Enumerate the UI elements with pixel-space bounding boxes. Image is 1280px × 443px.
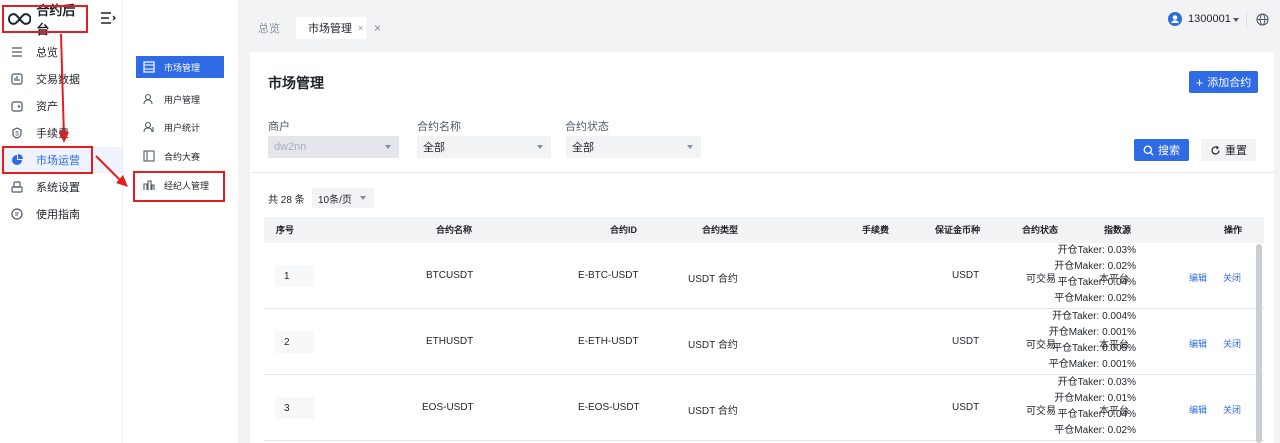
total-count: 共 28 条 [268, 195, 305, 206]
user-dropdown-icon[interactable] [1233, 18, 1239, 22]
header-ops: 操作 [1224, 225, 1243, 235]
globe-language-icon[interactable] [1256, 13, 1269, 26]
button-label: 添加合约 [1207, 77, 1252, 89]
divider [1246, 12, 1247, 28]
contract-type: USDT 合约 [688, 406, 738, 417]
header-fee: 手续费 [862, 225, 890, 235]
close-link[interactable]: 关闭 [1223, 271, 1241, 284]
margin-currency: USDT [952, 270, 980, 281]
divider [250, 172, 1274, 173]
select-value: 10条/页 [318, 194, 352, 206]
annotation-arrows [59, 33, 128, 187]
edit-link[interactable]: 编辑 [1189, 271, 1207, 284]
button-label: 重置 [1225, 145, 1247, 157]
row-index: 3 [275, 397, 314, 419]
edit-link[interactable]: 编辑 [1189, 403, 1207, 416]
tab-overview[interactable]: 总览 [258, 17, 280, 39]
fee-line: 平仓Maker: 0.02% [1054, 293, 1136, 304]
add-contract-button[interactable]: + 添加合约 [1189, 71, 1258, 93]
guide-icon [10, 207, 24, 221]
merchant-select[interactable]: dw2nn [268, 136, 399, 158]
fee-line: 开仓Taker: 0.03% [1057, 377, 1136, 388]
contracts-table: 序号 合约名称 合约ID 合约类型 手续费 保证金币种 合约状态 指数源 操作 … [264, 217, 1264, 443]
fee-line: 开仓Taker: 0.03% [1057, 245, 1136, 256]
status: 可交易 [1026, 340, 1056, 351]
chevron-down-icon [360, 196, 366, 200]
reset-button[interactable]: 重置 [1201, 139, 1256, 161]
search-icon [1143, 145, 1154, 156]
contract-id: E-EOS-USDT [578, 402, 640, 413]
index-source: 本平台 [1099, 406, 1129, 417]
table-header: 序号 合约名称 合约ID 合约类型 手续费 保证金币种 合约状态 指数源 操作 [264, 217, 1264, 243]
nav-item-guide[interactable]: 使用指南 [0, 201, 122, 227]
top-bar: 总览 市场管理 × × 1300001 [238, 0, 1280, 40]
header-type: 合约类型 [702, 225, 739, 235]
status: 可交易 [1026, 274, 1056, 285]
close-link[interactable]: 关闭 [1223, 403, 1241, 416]
close-all-tabs-icon[interactable]: × [374, 21, 381, 35]
user-avatar-icon[interactable] [1168, 12, 1182, 26]
contract-id: E-BTC-USDT [578, 270, 639, 281]
contract-name-label: 合约名称 [417, 121, 461, 133]
fee-line: 开仓Taker: 0.004% [1052, 311, 1136, 322]
fee-line: 平仓Maker: 0.02% [1054, 425, 1136, 436]
user-id[interactable]: 1300001 [1188, 13, 1231, 25]
header-status: 合约状态 [1022, 225, 1059, 235]
scrollbar[interactable] [1256, 244, 1262, 443]
refresh-icon [1211, 145, 1220, 154]
contract-name: ETHUSDT [426, 336, 474, 347]
margin-currency: USDT [952, 402, 980, 413]
button-label: 搜索 [1158, 145, 1180, 157]
nav-label: 使用指南 [36, 209, 80, 221]
table-row: 2 ETHUSDT E-ETH-USDT USDT 合约 开仓Taker: 0.… [264, 309, 1264, 375]
chevron-down-icon [687, 145, 693, 149]
header-index-source: 指数源 [1104, 225, 1132, 235]
content-card: 市场管理 + 添加合约 商户 dw2nn 合约名称 全部 合约状态 全部 搜索 重… [250, 52, 1274, 443]
row-index: 1 [275, 265, 314, 287]
page-size-select[interactable]: 10条/页 [312, 188, 374, 208]
table-row: 3 EOS-USDT E-EOS-USDT USDT 合约 开仓Taker: 0… [264, 375, 1264, 441]
row-index: 2 [275, 331, 314, 353]
tab-close-icon[interactable]: × [358, 23, 363, 33]
contract-name-select[interactable]: 全部 [417, 136, 551, 158]
header-margin: 保证金币种 [935, 225, 981, 235]
contract-name: BTCUSDT [426, 270, 474, 281]
close-link[interactable]: 关闭 [1223, 337, 1241, 350]
tab-label: 总览 [258, 23, 280, 35]
index-source: 本平台 [1099, 274, 1129, 285]
contract-type: USDT 合约 [688, 274, 738, 285]
plus-icon: + [1195, 74, 1204, 90]
fee-line: 平仓Maker: 0.001% [1048, 359, 1136, 370]
contract-type: USDT 合约 [688, 340, 738, 351]
contract-status-select[interactable]: 全部 [566, 136, 701, 158]
select-value: 全部 [572, 142, 594, 154]
search-button[interactable]: 搜索 [1134, 139, 1189, 161]
contract-id: E-ETH-USDT [578, 336, 639, 347]
select-value: dw2nn [274, 141, 307, 153]
edit-link[interactable]: 编辑 [1189, 337, 1207, 350]
margin-currency: USDT [952, 336, 980, 347]
table-row: 1 BTCUSDT E-BTC-USDT USDT 合约 开仓Taker: 0.… [264, 243, 1264, 309]
index-source: 本平台 [1099, 340, 1129, 351]
header-index: 序号 [276, 225, 295, 235]
chevron-down-icon [537, 145, 543, 149]
select-value: 全部 [423, 142, 445, 154]
chevron-down-icon [385, 145, 391, 149]
tab-label: 市场管理 [308, 23, 352, 35]
status: 可交易 [1026, 406, 1056, 417]
header-name: 合约名称 [436, 225, 473, 235]
contract-name: EOS-USDT [422, 402, 474, 413]
merchant-label: 商户 [268, 121, 290, 133]
contract-status-label: 合约状态 [565, 121, 609, 133]
header-id: 合约ID [610, 225, 638, 235]
page-title: 市场管理 [268, 75, 324, 91]
tab-market-management[interactable]: 市场管理 × [296, 17, 366, 39]
